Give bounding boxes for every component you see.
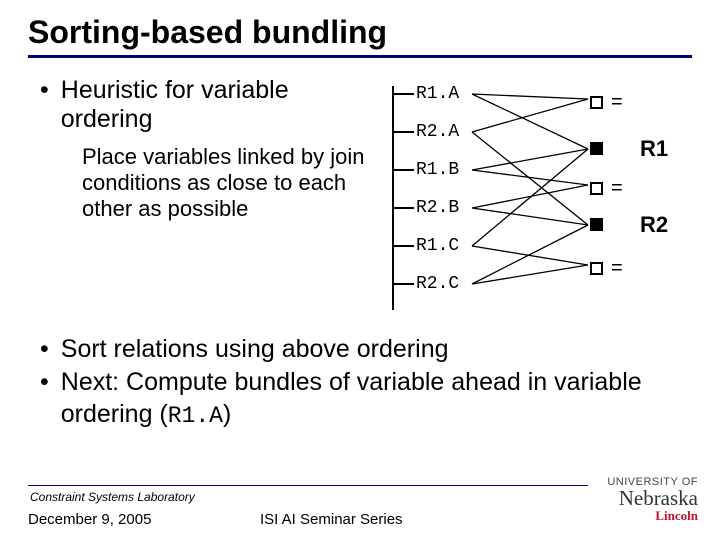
bullet-dot: • <box>40 334 49 365</box>
bullet-dot: • <box>40 76 49 134</box>
relation-label-r2: R2 <box>640 212 668 238</box>
var-label: R2.B <box>416 198 459 218</box>
equals-icon: = <box>611 178 623 198</box>
seminar-series: ISI AI Seminar Series <box>260 511 403 528</box>
tick <box>392 283 414 285</box>
bullet-sort-text: Sort relations using above ordering <box>61 334 449 365</box>
var-label: R2.A <box>416 122 459 142</box>
university-logo: UNIVERSITY OF Nebraska Lincoln <box>607 477 698 522</box>
slide-title: Sorting-based bundling <box>28 14 692 51</box>
relation-label-r1: R1 <box>640 136 668 162</box>
tick <box>392 93 414 95</box>
tick <box>392 207 414 209</box>
tick <box>392 245 414 247</box>
relation-symbol: = <box>590 92 623 112</box>
bullet-heuristic-text: Heuristic for variable ordering <box>61 76 372 134</box>
var-label: R2.C <box>416 274 459 294</box>
bullet-sort: • Sort relations using above ordering <box>40 334 692 365</box>
var-label: R1.C <box>416 236 459 256</box>
title-underline <box>28 55 692 58</box>
sub-text: Place variables linked by join condition… <box>40 144 372 223</box>
footer-rule <box>28 485 588 486</box>
bullet-dot: • <box>40 367 49 430</box>
filled-square-icon <box>590 142 603 155</box>
equals-icon: = <box>611 92 623 112</box>
tick <box>392 131 414 133</box>
relation-symbol: = <box>590 178 623 198</box>
square-icon <box>590 182 603 195</box>
bullet-next-text: Next: Compute bundles of variable ahead … <box>61 367 692 430</box>
slide-date: December 9, 2005 <box>28 511 151 528</box>
square-icon <box>590 96 603 109</box>
relation-symbol <box>590 218 603 231</box>
variable-diagram: R1.A R2.A R1.B R2.B R1.C R2.C = <box>392 80 692 320</box>
bullet-next-code: R1.A <box>168 403 223 429</box>
relation-symbol: = <box>590 258 623 278</box>
var-label: R1.B <box>416 160 459 180</box>
bullet-heuristic: • Heuristic for variable ordering <box>40 76 372 134</box>
logo-line2: Nebraska <box>607 488 698 509</box>
bullet-next: • Next: Compute bundles of variable ahea… <box>40 367 692 430</box>
relation-symbol <box>590 142 603 155</box>
square-icon <box>590 262 603 275</box>
var-label: R1.A <box>416 84 459 104</box>
bullet-next-suffix: ) <box>223 400 231 428</box>
lab-name: Constraint Systems Laboratory <box>30 490 195 504</box>
logo-line3: Lincoln <box>607 509 698 522</box>
equals-icon: = <box>611 258 623 278</box>
bullet-next-prefix: Next: Compute bundles of variable ahead … <box>61 368 642 427</box>
filled-square-icon <box>590 218 603 231</box>
tick <box>392 169 414 171</box>
diagram-vertical-line <box>392 86 394 310</box>
